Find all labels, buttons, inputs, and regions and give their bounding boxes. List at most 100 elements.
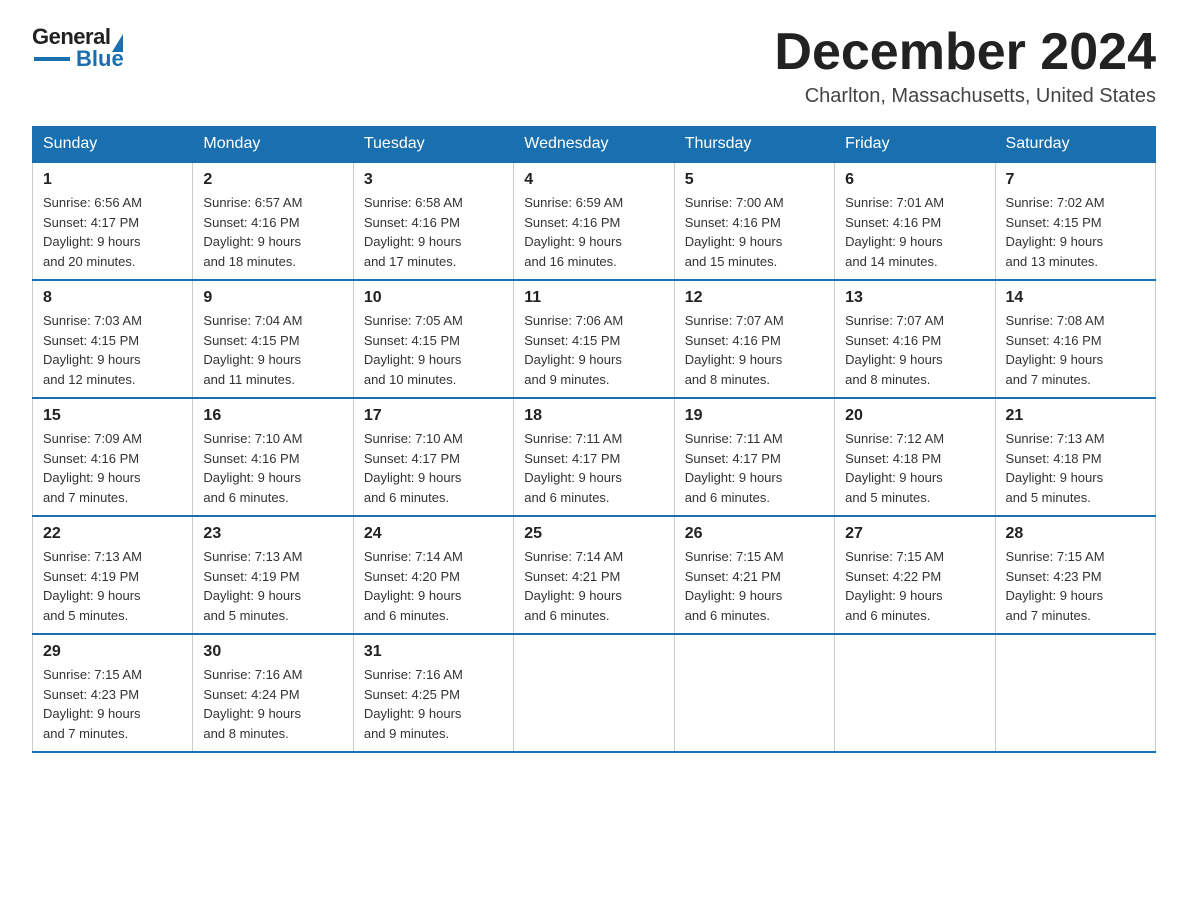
day-info: Sunrise: 7:15 AMSunset: 4:21 PMDaylight:… (685, 547, 824, 625)
day-info: Sunrise: 7:14 AMSunset: 4:21 PMDaylight:… (524, 547, 663, 625)
day-number: 26 (685, 525, 824, 543)
weekday-header-monday: Monday (193, 127, 353, 163)
calendar-cell: 9 Sunrise: 7:04 AMSunset: 4:15 PMDaylight… (193, 280, 353, 398)
day-info: Sunrise: 7:04 AMSunset: 4:15 PMDaylight:… (203, 311, 342, 389)
calendar-cell: 25 Sunrise: 7:14 AMSunset: 4:21 PMDayligh… (514, 516, 674, 634)
day-number: 6 (845, 171, 984, 189)
calendar-cell: 22 Sunrise: 7:13 AMSunset: 4:19 PMDayligh… (33, 516, 193, 634)
calendar-subtitle: Charlton, Massachusetts, United States (774, 85, 1156, 108)
calendar-cell: 20 Sunrise: 7:12 AMSunset: 4:18 PMDayligh… (835, 398, 995, 516)
calendar-week-row: 1 Sunrise: 6:56 AMSunset: 4:17 PMDaylight… (33, 162, 1156, 280)
day-info: Sunrise: 6:59 AMSunset: 4:16 PMDaylight:… (524, 193, 663, 271)
calendar-cell: 13 Sunrise: 7:07 AMSunset: 4:16 PMDayligh… (835, 280, 995, 398)
calendar-cell: 14Sunrise: 7:08 AMSunset: 4:16 PMDayligh… (995, 280, 1155, 398)
day-number: 22 (43, 525, 182, 543)
day-info: Sunrise: 7:12 AMSunset: 4:18 PMDaylight:… (845, 429, 984, 507)
calendar-cell: 29 Sunrise: 7:15 AMSunset: 4:23 PMDayligh… (33, 634, 193, 752)
calendar-cell: 4 Sunrise: 6:59 AMSunset: 4:16 PMDaylight… (514, 162, 674, 280)
calendar-cell (835, 634, 995, 752)
weekday-header-saturday: Saturday (995, 127, 1155, 163)
day-number: 8 (43, 289, 182, 307)
day-number: 28 (1006, 525, 1145, 543)
calendar-cell (674, 634, 834, 752)
calendar-cell: 2Sunrise: 6:57 AMSunset: 4:16 PMDaylight… (193, 162, 353, 280)
calendar-cell (995, 634, 1155, 752)
calendar-cell: 7 Sunrise: 7:02 AMSunset: 4:15 PMDaylight… (995, 162, 1155, 280)
day-number: 10 (364, 289, 503, 307)
calendar-table: SundayMondayTuesdayWednesdayThursdayFrid… (32, 126, 1156, 753)
day-number: 4 (524, 171, 663, 189)
day-info: Sunrise: 7:07 AMSunset: 4:16 PMDaylight:… (685, 311, 824, 389)
calendar-week-row: 15Sunrise: 7:09 AMSunset: 4:16 PMDayligh… (33, 398, 1156, 516)
calendar-cell: 21Sunrise: 7:13 AMSunset: 4:18 PMDayligh… (995, 398, 1155, 516)
calendar-cell: 31 Sunrise: 7:16 AMSunset: 4:25 PMDayligh… (353, 634, 513, 752)
calendar-cell: 11 Sunrise: 7:06 AMSunset: 4:15 PMDayligh… (514, 280, 674, 398)
calendar-week-row: 8 Sunrise: 7:03 AMSunset: 4:15 PMDaylight… (33, 280, 1156, 398)
day-number: 5 (685, 171, 824, 189)
calendar-cell: 1 Sunrise: 6:56 AMSunset: 4:17 PMDaylight… (33, 162, 193, 280)
day-info: Sunrise: 7:01 AMSunset: 4:16 PMDaylight:… (845, 193, 984, 271)
calendar-cell: 5Sunrise: 7:00 AMSunset: 4:16 PMDaylight… (674, 162, 834, 280)
calendar-week-row: 29 Sunrise: 7:15 AMSunset: 4:23 PMDayligh… (33, 634, 1156, 752)
day-number: 27 (845, 525, 984, 543)
day-info: Sunrise: 7:13 AMSunset: 4:19 PMDaylight:… (203, 547, 342, 625)
day-info: Sunrise: 7:03 AMSunset: 4:15 PMDaylight:… (43, 311, 182, 389)
calendar-cell: 30 Sunrise: 7:16 AMSunset: 4:24 PMDayligh… (193, 634, 353, 752)
weekday-header-sunday: Sunday (33, 127, 193, 163)
calendar-cell: 23Sunrise: 7:13 AMSunset: 4:19 PMDayligh… (193, 516, 353, 634)
day-info: Sunrise: 6:56 AMSunset: 4:17 PMDaylight:… (43, 193, 182, 271)
calendar-cell: 24Sunrise: 7:14 AMSunset: 4:20 PMDayligh… (353, 516, 513, 634)
calendar-cell: 12Sunrise: 7:07 AMSunset: 4:16 PMDayligh… (674, 280, 834, 398)
day-info: Sunrise: 6:58 AMSunset: 4:16 PMDaylight:… (364, 193, 503, 271)
day-number: 9 (203, 289, 342, 307)
day-number: 1 (43, 171, 182, 189)
day-number: 21 (1006, 407, 1145, 425)
day-info: Sunrise: 7:06 AMSunset: 4:15 PMDaylight:… (524, 311, 663, 389)
day-number: 17 (364, 407, 503, 425)
day-info: Sunrise: 7:07 AMSunset: 4:16 PMDaylight:… (845, 311, 984, 389)
day-number: 25 (524, 525, 663, 543)
day-info: Sunrise: 7:16 AMSunset: 4:24 PMDaylight:… (203, 665, 342, 743)
day-info: Sunrise: 7:09 AMSunset: 4:16 PMDaylight:… (43, 429, 182, 507)
day-info: Sunrise: 7:16 AMSunset: 4:25 PMDaylight:… (364, 665, 503, 743)
calendar-cell: 26 Sunrise: 7:15 AMSunset: 4:21 PMDayligh… (674, 516, 834, 634)
page-header: General Blue December 2024 Charlton, Mas… (32, 24, 1156, 108)
calendar-cell: 15Sunrise: 7:09 AMSunset: 4:16 PMDayligh… (33, 398, 193, 516)
day-number: 7 (1006, 171, 1145, 189)
day-info: Sunrise: 7:11 AMSunset: 4:17 PMDaylight:… (685, 429, 824, 507)
day-info: Sunrise: 7:10 AMSunset: 4:16 PMDaylight:… (203, 429, 342, 507)
day-info: Sunrise: 7:15 AMSunset: 4:23 PMDaylight:… (43, 665, 182, 743)
calendar-title: December 2024 (774, 24, 1156, 81)
weekday-header-friday: Friday (835, 127, 995, 163)
day-number: 29 (43, 643, 182, 661)
day-info: Sunrise: 7:10 AMSunset: 4:17 PMDaylight:… (364, 429, 503, 507)
day-number: 16 (203, 407, 342, 425)
weekday-header-thursday: Thursday (674, 127, 834, 163)
calendar-cell: 16 Sunrise: 7:10 AMSunset: 4:16 PMDayligh… (193, 398, 353, 516)
day-info: Sunrise: 7:14 AMSunset: 4:20 PMDaylight:… (364, 547, 503, 625)
day-info: Sunrise: 6:57 AMSunset: 4:16 PMDaylight:… (203, 193, 342, 271)
calendar-cell: 17 Sunrise: 7:10 AMSunset: 4:17 PMDayligh… (353, 398, 513, 516)
day-number: 31 (364, 643, 503, 661)
weekday-header-wednesday: Wednesday (514, 127, 674, 163)
day-number: 11 (524, 289, 663, 307)
day-info: Sunrise: 7:13 AMSunset: 4:19 PMDaylight:… (43, 547, 182, 625)
weekday-header-tuesday: Tuesday (353, 127, 513, 163)
logo-text-blue: Blue (76, 46, 124, 72)
day-number: 19 (685, 407, 824, 425)
day-info: Sunrise: 7:11 AMSunset: 4:17 PMDaylight:… (524, 429, 663, 507)
calendar-cell: 8 Sunrise: 7:03 AMSunset: 4:15 PMDaylight… (33, 280, 193, 398)
day-number: 13 (845, 289, 984, 307)
day-number: 18 (524, 407, 663, 425)
calendar-cell: 6 Sunrise: 7:01 AMSunset: 4:16 PMDaylight… (835, 162, 995, 280)
day-number: 30 (203, 643, 342, 661)
calendar-cell: 10 Sunrise: 7:05 AMSunset: 4:15 PMDayligh… (353, 280, 513, 398)
calendar-title-block: December 2024 Charlton, Massachusetts, U… (774, 24, 1156, 108)
day-info: Sunrise: 7:15 AMSunset: 4:22 PMDaylight:… (845, 547, 984, 625)
day-info: Sunrise: 7:05 AMSunset: 4:15 PMDaylight:… (364, 311, 503, 389)
logo: General Blue (32, 24, 124, 72)
day-info: Sunrise: 7:02 AMSunset: 4:15 PMDaylight:… (1006, 193, 1145, 271)
day-number: 14 (1006, 289, 1145, 307)
day-number: 20 (845, 407, 984, 425)
weekday-header-row: SundayMondayTuesdayWednesdayThursdayFrid… (33, 127, 1156, 163)
